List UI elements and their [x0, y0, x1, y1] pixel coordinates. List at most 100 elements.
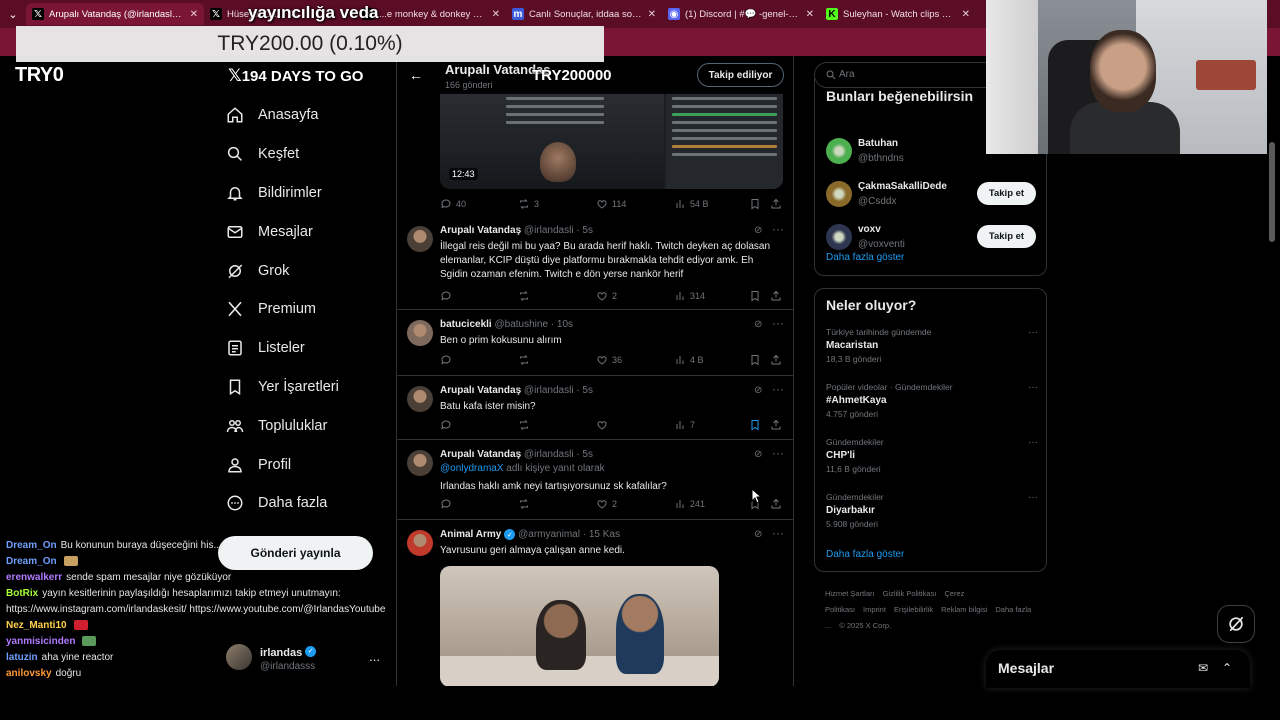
chat-username[interactable]: Dream_On: [6, 556, 57, 567]
chat-username[interactable]: Dream_On: [6, 540, 57, 551]
repost-button[interactable]: [518, 498, 534, 510]
more-icon[interactable]: ···: [1028, 492, 1038, 503]
more-icon[interactable]: ···: [772, 446, 784, 460]
like-button[interactable]: 2: [596, 498, 617, 510]
like-button[interactable]: 114: [596, 198, 626, 210]
views-button[interactable]: 241: [674, 498, 705, 510]
footer-link[interactable]: Imprint: [863, 605, 886, 614]
like-button[interactable]: 36: [596, 354, 622, 366]
chat-username[interactable]: BotRix: [6, 588, 38, 599]
views-button[interactable]: 4 B: [674, 354, 704, 366]
avatar[interactable]: [826, 138, 852, 164]
footer-link[interactable]: Reklam bilgisi: [941, 605, 987, 614]
chat-username[interactable]: yanmisicinden: [6, 636, 75, 647]
bookmark-button[interactable]: [749, 198, 765, 210]
tab-list-chevron-icon[interactable]: ⌄: [0, 0, 26, 28]
share-button[interactable]: [770, 290, 786, 302]
grok-explain-icon[interactable]: ⊘: [754, 449, 762, 460]
trends-show-more-link[interactable]: Daha fazla göster: [826, 549, 904, 560]
avatar[interactable]: [407, 530, 433, 556]
reply-button[interactable]: [440, 354, 456, 366]
chat-username[interactable]: anilovsky: [6, 668, 52, 679]
grok-explain-icon[interactable]: ⊘: [754, 225, 762, 236]
chat-username[interactable]: latuzin: [6, 652, 38, 663]
sidebar-item[interactable]: Mesajlar: [220, 212, 396, 251]
sidebar-item[interactable]: Anasayfa: [220, 96, 396, 135]
tweet-author-name[interactable]: Arupalı Vatandaş: [440, 385, 521, 396]
tweet-author-name[interactable]: batucicekli: [440, 319, 492, 330]
video-thumbnail[interactable]: 12:43: [440, 92, 783, 189]
grok-explain-icon[interactable]: ⊘: [754, 319, 762, 330]
grok-floating-button[interactable]: [1217, 605, 1255, 643]
repost-button[interactable]: [518, 354, 534, 366]
avatar[interactable]: [407, 386, 433, 412]
like-button[interactable]: 2: [596, 290, 617, 302]
tweet-author-name[interactable]: Animal Army: [440, 529, 501, 540]
footer-link[interactable]: Gizlilik Politikası: [883, 589, 937, 598]
more-icon[interactable]: ···: [772, 316, 784, 330]
like-button[interactable]: [596, 419, 612, 431]
new-message-icon[interactable]: ✉: [1198, 661, 1212, 675]
suggested-account[interactable]: ÇakmaSakalliDede @Csddx Takip et: [826, 177, 1038, 211]
footer-link[interactable]: © 2025 X Corp.: [839, 621, 891, 630]
tweet[interactable]: Arupalı Vatandaş @irlandasli · 5s ⊘ ··· @on…: [397, 440, 793, 520]
sidebar-item[interactable]: Keşfet: [220, 135, 396, 174]
reply-to-handle[interactable]: @onlydramaX: [440, 463, 504, 474]
browser-tab[interactable]: K Suleyhan - Watch clips on Kick ✕: [820, 3, 976, 25]
tweet[interactable]: Animal Army ✓ @armyanimal · 15 Kas ⊘ ··· Yav…: [397, 520, 793, 686]
more-icon[interactable]: ···: [772, 526, 784, 540]
views-button[interactable]: 314: [674, 290, 705, 302]
browser-tab[interactable]: m Canlı Sonuçlar, iddaa sonuçları... ✕: [506, 3, 662, 25]
trend-item[interactable]: Gündemdekiler CHP'li 11,6 B gönderi ···: [826, 437, 1038, 481]
sidebar-item[interactable]: Profil: [220, 445, 396, 484]
tweet[interactable]: batucicekli @batushine · 10s ⊘ ··· Ben o pr…: [397, 310, 793, 376]
tab-close-icon[interactable]: ✕: [806, 9, 814, 20]
more-icon[interactable]: ···: [1028, 437, 1038, 448]
trend-item[interactable]: Gündemdekiler Diyarbakır 5.908 gönderi ···: [826, 492, 1038, 536]
who-show-more-link[interactable]: Daha fazla göster: [826, 252, 904, 263]
sidebar-item[interactable]: Daha fazla: [220, 484, 396, 523]
more-icon[interactable]: ···: [1028, 327, 1038, 338]
tweet-author-name[interactable]: Arupalı Vatandaş: [440, 225, 521, 236]
repost-button[interactable]: [518, 290, 534, 302]
tab-close-icon[interactable]: ✕: [492, 9, 500, 20]
reply-button[interactable]: 40: [440, 198, 466, 210]
expand-icon[interactable]: ⌃: [1222, 661, 1236, 675]
avatar[interactable]: [826, 224, 852, 250]
tweet[interactable]: Arupalı Vatandaş @irlandasli · 5s ⊘ ··· Bat…: [397, 376, 793, 440]
bookmark-button[interactable]: [749, 354, 765, 366]
suggested-account[interactable]: voxv @voxventi Takip et: [826, 220, 1038, 254]
avatar[interactable]: [407, 450, 433, 476]
browser-tab[interactable]: ◉ (1) Discord | #💬 -genel-sohbet... ✕: [662, 3, 820, 25]
tweet-author-name[interactable]: Arupalı Vatandaş: [440, 449, 521, 460]
more-icon[interactable]: ···: [1028, 382, 1038, 393]
share-button[interactable]: [770, 354, 786, 366]
page-scrollbar[interactable]: [1268, 56, 1276, 686]
follow-button[interactable]: Takip et: [977, 182, 1036, 205]
tab-close-icon[interactable]: ✕: [190, 9, 198, 20]
repost-button[interactable]: [518, 419, 534, 431]
sidebar-item[interactable]: Bildirimler: [220, 174, 396, 213]
sidebar-item[interactable]: Grok: [220, 251, 396, 290]
browser-tab[interactable]: 𝕏...e monkey & donkey 🎙 : "@...✕: [356, 3, 506, 25]
reply-button[interactable]: [440, 419, 456, 431]
share-button[interactable]: [770, 498, 786, 510]
bookmark-button[interactable]: [749, 290, 765, 302]
browser-tab[interactable]: 𝕏 Arupalı Vatandaş (@irlandasll) ... ✕: [26, 3, 204, 25]
avatar[interactable]: [826, 181, 852, 207]
chat-username[interactable]: Nez_Manti10: [6, 620, 67, 631]
avatar[interactable]: [407, 226, 433, 252]
grok-explain-icon[interactable]: ⊘: [754, 385, 762, 396]
footer-link[interactable]: Hizmet Şartları: [825, 589, 875, 598]
views-button[interactable]: 54 B: [674, 198, 709, 210]
bookmark-button[interactable]: [749, 419, 765, 431]
chat-username[interactable]: erenwalkerr: [6, 572, 62, 583]
tweet-media-image[interactable]: [440, 566, 719, 686]
trend-item[interactable]: Popüler videolar · Gündemdekiler #AhmetKa…: [826, 382, 1038, 426]
tweet[interactable]: Arupalı Vatandaş @irlandasli · 5s ⊘ ··· İll…: [397, 216, 793, 310]
footer-link[interactable]: Erişilebilirlik: [894, 605, 933, 614]
tab-close-icon[interactable]: ✕: [962, 9, 970, 20]
more-icon[interactable]: ···: [772, 382, 784, 396]
repost-button[interactable]: 3: [518, 198, 539, 210]
scrollbar-thumb[interactable]: [1269, 142, 1275, 242]
